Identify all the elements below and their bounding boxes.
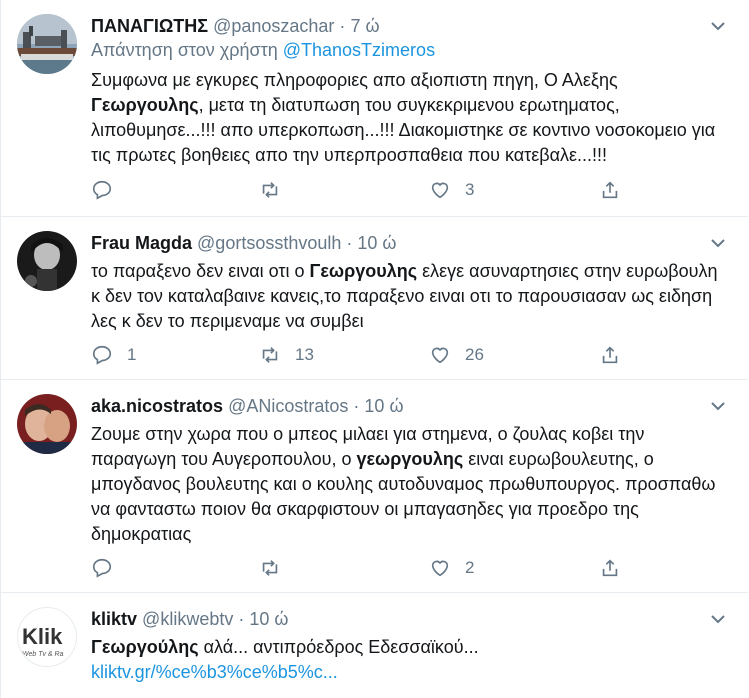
reply-user-link[interactable]: @ThanosTzimeros xyxy=(283,40,435,60)
retweet-icon xyxy=(262,560,278,576)
retweet-button[interactable]: 13 xyxy=(259,343,314,367)
tweet-actions: 2 xyxy=(91,556,631,580)
tweet-header: Frau Magda @gortsossthvoulh · 10 ώ xyxy=(91,231,728,255)
like-button[interactable]: 2 xyxy=(429,556,474,580)
user-handle[interactable]: @panoszachar xyxy=(213,16,334,36)
reply-icon xyxy=(92,180,112,200)
share-icon xyxy=(602,559,618,577)
tweet[interactable]: aka.nicostratos @ANicostratos · 10 ώ Ζου… xyxy=(1,380,748,593)
tweet[interactable]: Frau Magda @gortsossthvoulh · 10 ώ το πα… xyxy=(1,217,748,380)
tweet-text: το παραξενο δεν ειναι οτι ο Γεωργουλης ε… xyxy=(91,259,728,334)
share-icon xyxy=(602,181,618,199)
reply-icon xyxy=(92,558,112,578)
article-link[interactable]: kliktv.gr/%ce%b3%ce%b5%c... xyxy=(91,662,338,682)
user-handle[interactable]: @gortsossthvoulh xyxy=(197,233,341,253)
retweet-button[interactable] xyxy=(259,556,295,580)
chevron-down-icon[interactable] xyxy=(708,609,728,629)
heart-icon xyxy=(431,182,449,199)
tweet-feed: ΠΑΝΑΓΙΩΤΗΣ @panoszachar · 7 ώ Απάντηση σ… xyxy=(0,0,749,698)
separator-dot: · xyxy=(353,396,360,416)
user-handle[interactable]: @klikwebtv xyxy=(142,609,233,629)
tweet-actions: 3 xyxy=(91,178,631,202)
like-button[interactable]: 3 xyxy=(429,178,474,202)
reply-button[interactable] xyxy=(91,178,127,202)
separator-dot: · xyxy=(346,233,353,253)
share-button[interactable] xyxy=(599,178,621,202)
like-count: 26 xyxy=(465,345,484,364)
tweet[interactable]: ΠΑΝΑΓΙΩΤΗΣ @panoszachar · 7 ώ Απάντηση σ… xyxy=(1,0,748,217)
retweet-icon xyxy=(262,347,278,363)
reply-prefix: Απάντηση στον χρήστη xyxy=(91,40,278,60)
reply-count: 1 xyxy=(127,345,137,364)
text-part: αλά... αντιπρόεδρος Εδεσσαϊκού... xyxy=(198,637,479,657)
tweet-actions: 1 13 26 xyxy=(91,343,631,367)
tweet-header: kliktv @klikwebtv · 10 ώ xyxy=(91,607,728,631)
heart-icon xyxy=(431,347,449,364)
like-button[interactable]: 26 xyxy=(429,343,484,367)
like-count: 2 xyxy=(465,558,475,577)
chevron-down-icon[interactable] xyxy=(708,396,728,416)
chevron-down-icon[interactable] xyxy=(708,16,728,36)
heart-icon xyxy=(431,560,449,577)
reply-icon xyxy=(92,345,112,365)
display-name[interactable]: ΠΑΝΑΓΙΩΤΗΣ xyxy=(91,16,208,36)
reply-button[interactable]: 1 xyxy=(91,343,136,367)
timestamp[interactable]: 10 ώ xyxy=(364,396,403,416)
display-name[interactable]: aka.nicostratos xyxy=(91,396,223,416)
reply-context: Απάντηση στον χρήστη @ThanosTzimeros xyxy=(91,38,728,62)
avatar-logo-text: Klik xyxy=(22,624,63,649)
highlighted-term: γεωργουλης xyxy=(356,449,464,469)
tweet-text: Ζουμε στην χωρα που ο μπεος μιλαει για σ… xyxy=(91,422,728,547)
avatar[interactable] xyxy=(17,231,77,291)
tweet-text: Γεωργούλης αλά... αντιπρόεδρος Εδεσσαϊκο… xyxy=(91,635,728,685)
share-button[interactable] xyxy=(599,343,621,367)
user-handle[interactable]: @ANicostratos xyxy=(228,396,348,416)
timestamp[interactable]: 10 ώ xyxy=(357,233,396,253)
retweet-icon xyxy=(262,182,278,198)
tweet-text: Συμφωνα με εγκυρες πληροφοριες απο αξιοπ… xyxy=(91,68,728,168)
retweet-count: 13 xyxy=(295,345,314,364)
text-part: το παραξενο δεν ειναι οτι ο xyxy=(91,261,310,281)
display-name[interactable]: Frau Magda xyxy=(91,233,192,253)
avatar[interactable]: Klik Web Tv & Ra xyxy=(17,607,77,667)
chevron-down-icon[interactable] xyxy=(708,233,728,253)
share-button[interactable] xyxy=(599,556,621,580)
display-name[interactable]: kliktv xyxy=(91,609,137,629)
text-part: Συμφωνα με εγκυρες πληροφοριες απο αξιοπ… xyxy=(91,70,618,90)
avatar[interactable] xyxy=(17,394,77,454)
tweet[interactable]: Klik Web Tv & Ra kliktv @klikwebtv · 10 … xyxy=(1,593,748,698)
share-icon xyxy=(602,346,618,364)
tweet-header: ΠΑΝΑΓΙΩΤΗΣ @panoszachar · 7 ώ xyxy=(91,14,728,38)
highlighted-term: Γεωργουλης xyxy=(309,261,418,281)
separator-dot: · xyxy=(238,609,245,629)
reply-button[interactable] xyxy=(91,556,127,580)
separator-dot: · xyxy=(339,16,346,36)
highlighted-term: Γεωργουλης xyxy=(91,95,199,115)
like-count: 3 xyxy=(465,180,475,199)
avatar[interactable] xyxy=(17,14,77,74)
tweet-header: aka.nicostratos @ANicostratos · 10 ώ xyxy=(91,394,728,418)
avatar-logo-subtext: Web Tv & Ra xyxy=(22,651,64,658)
timestamp[interactable]: 10 ώ xyxy=(249,609,288,629)
retweet-button[interactable] xyxy=(259,178,295,202)
timestamp[interactable]: 7 ώ xyxy=(350,16,379,36)
highlighted-term: Γεωργούλης xyxy=(91,637,199,657)
